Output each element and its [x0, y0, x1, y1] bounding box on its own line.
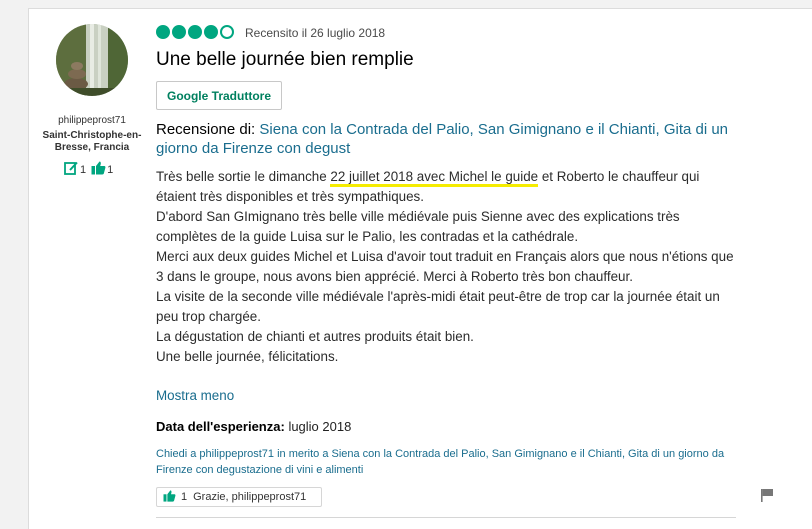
review-title[interactable]: Une belle journée bien remplie [156, 49, 414, 71]
thanks-button[interactable]: 1 Grazie, philippeprost71 [156, 487, 322, 507]
thumbs-up-icon [163, 489, 176, 505]
experience-date-label: Data dell'esperienza: [156, 419, 285, 434]
thumbs-up-icon [91, 161, 106, 178]
rating-bubble-filled [204, 25, 218, 39]
rating-bubble-empty [220, 25, 234, 39]
review-paragraph: La dégustation de chianti et autres prod… [156, 329, 474, 344]
review-paragraph: La visite de la seconde ville médiévale … [156, 289, 720, 324]
rating-bubble-filled [188, 25, 202, 39]
avatar[interactable] [56, 24, 128, 96]
divider [156, 517, 736, 518]
highlighted-text: 22 juillet 2018 avec Michel le guide [330, 169, 539, 187]
review-paragraph: D'abord San GImignano très belle ville m… [156, 209, 680, 244]
rating-bubble-filled [156, 25, 170, 39]
experience-date: Data dell'esperienza: luglio 2018 [156, 419, 351, 434]
review-paragraph: Très belle sortie le dimanche 22 juillet… [156, 167, 736, 207]
google-translate-button[interactable]: Google Traduttore [156, 81, 282, 110]
review-text: Très belle sortie le dimanche [156, 169, 331, 184]
ask-reviewer-link[interactable]: Chiedi a philippeprost71 in merito a Sie… [156, 446, 736, 478]
show-less-link[interactable]: Mostra meno [156, 388, 234, 403]
reviewer-username[interactable]: philippeprost71 [34, 115, 150, 126]
rating-bubbles [156, 25, 236, 39]
experience-date-value: luglio 2018 [288, 419, 352, 434]
reviews-count: 1 [80, 163, 87, 176]
review-of: Recensione di: Siena con la Contrada del… [156, 120, 746, 158]
helpful-votes-count: 1 [107, 163, 114, 176]
review-paragraph: Merci aux deux guides Michel et Luisa d'… [156, 249, 734, 284]
review-date: Recensito il 26 luglio 2018 [245, 26, 386, 40]
review-body: Très belle sortie le dimanche 22 juillet… [156, 167, 736, 367]
pencil-note-icon [64, 161, 79, 178]
reviewer-location: Saint-Christophe-en-Bresse, Francia [42, 130, 142, 153]
review-of-label: Recensione di: [156, 121, 256, 138]
review-paragraph: Une belle journée, félicitations. [156, 349, 339, 364]
flag-icon[interactable] [760, 488, 774, 502]
thanks-count: 1 [181, 491, 188, 503]
rating-bubble-filled [172, 25, 186, 39]
reviewer-stats: 1 1 [64, 161, 118, 178]
thanks-label: Grazie, philippeprost71 [193, 491, 307, 503]
